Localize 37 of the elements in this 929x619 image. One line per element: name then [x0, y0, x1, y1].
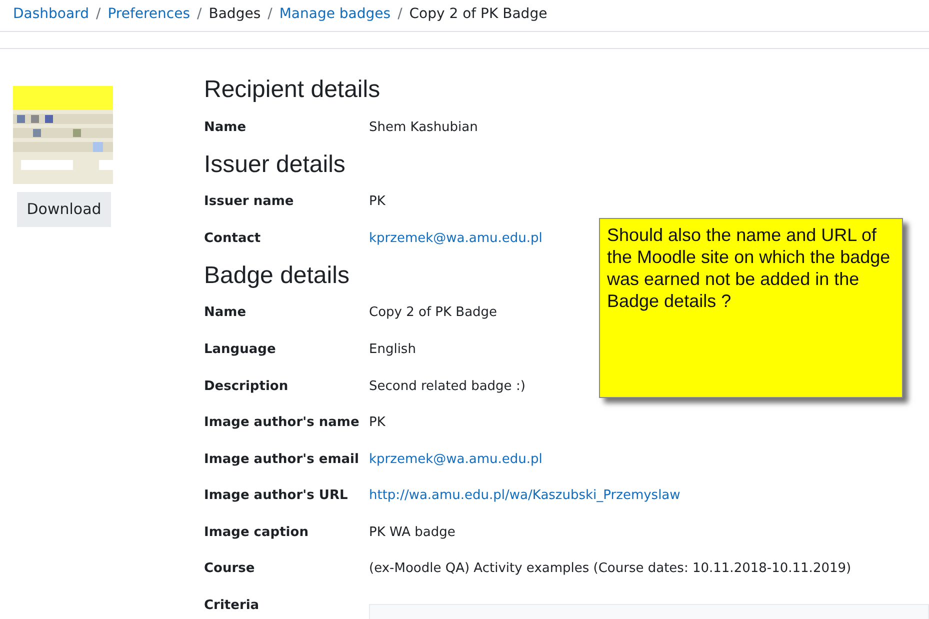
field-label: Image author's URL — [204, 487, 349, 506]
breadcrumb-separator: / — [398, 5, 402, 24]
breadcrumb-item: Copy 2 of PK Badge — [409, 5, 548, 24]
field-value: PK — [369, 414, 386, 432]
section-heading: Recipient details — [204, 75, 380, 105]
breadcrumb-link[interactable]: Dashboard — [13, 4, 89, 25]
field-value: PK — [369, 193, 386, 212]
field-link[interactable]: kprzemek@wa.amu.edu.pl — [369, 450, 542, 470]
field-label: Criteria — [204, 597, 260, 616]
field-value: Shem Kashubian — [369, 118, 478, 137]
breadcrumb-separator: / — [96, 5, 101, 24]
field-label: Image author's email — [204, 450, 360, 469]
field-label: Contact — [204, 230, 262, 248]
field-label: Name — [204, 304, 248, 322]
field-value: Second related badge :) — [369, 378, 526, 396]
breadcrumb-link[interactable]: Preferences — [108, 4, 190, 25]
field-link[interactable]: http://wa.amu.edu.pl/wa/Kaszubski_Przemyslaw — [369, 486, 680, 506]
field-value: (ex-Moodle QA) Activity examples (Course dates: 10.11.2018-10.11.2019) — [369, 560, 852, 578]
section-heading: Issuer details — [204, 150, 346, 180]
breadcrumb-link[interactable]: Manage badges — [279, 4, 391, 25]
field-value: English — [369, 340, 416, 359]
field-label: Image author's name — [204, 414, 360, 432]
breadcrumb-separator: / — [197, 5, 202, 24]
field-value: Copy 2 of PK Badge — [369, 304, 498, 322]
sticky-note: Should also the name and URL of the Moodle site on which the badge was earned not be added in the Badge details ? — [599, 218, 903, 398]
field-label: Language — [204, 340, 277, 359]
download-button[interactable]: Download — [17, 192, 111, 227]
field-label: Course — [204, 560, 256, 578]
field-label: Name — [204, 118, 248, 137]
field-label: Description — [204, 378, 290, 396]
field-link[interactable]: kprzemek@wa.amu.edu.pl — [369, 228, 542, 248]
field-label: Issuer name — [204, 193, 295, 212]
breadcrumb-item: Badges — [208, 5, 261, 24]
section-heading: Badge details — [204, 260, 350, 291]
breadcrumb-separator: / — [268, 5, 272, 24]
field-label: Image caption — [204, 524, 310, 542]
field-value: PK WA badge — [369, 524, 456, 542]
